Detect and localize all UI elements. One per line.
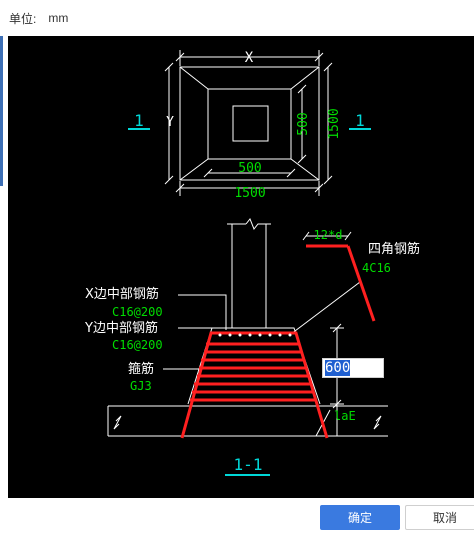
unit-row: 单位: mm: [9, 9, 68, 27]
stirrup-value: GJ3: [130, 379, 152, 393]
height-input-value[interactable]: 600: [325, 360, 351, 376]
column-break: [245, 218, 271, 230]
break-mark: [113, 415, 122, 430]
x-rebar-label: X边中部钢筋: [85, 286, 159, 302]
unit-value: mm: [48, 11, 69, 25]
dim-1500-label: 1500: [234, 186, 265, 201]
plan-diagonal: [179, 66, 209, 90]
side-strip: [0, 36, 3, 186]
plan-diagonal: [179, 158, 209, 181]
foundation-drawing: X Y 500 1500 500 1500 1 1 12*d 四角钢筋 4C16…: [84, 50, 420, 476]
corner-rebar-value: 4C16: [362, 261, 391, 275]
dim-y-label: Y: [166, 115, 174, 130]
plan-column-rect: [232, 105, 269, 142]
x-rebar-value: C16@200: [112, 305, 163, 319]
leader-x-rebar: [178, 294, 227, 330]
dim-500-label: 500: [238, 161, 261, 176]
corner-rebar-label: 四角钢筋: [368, 241, 420, 257]
y-rebar-value: C16@200: [112, 338, 163, 352]
plan-mid-rect: [207, 88, 292, 160]
section-mark-right: 1: [355, 111, 365, 130]
y-rebar-label: Y边中部钢筋: [84, 320, 158, 336]
dim-x-label: X: [245, 50, 254, 66]
section-title: 1-1: [234, 455, 263, 474]
unit-label: 单位:: [9, 11, 37, 26]
cancel-button[interactable]: 取消: [405, 505, 474, 530]
dim-1500-v-label: 1500: [327, 108, 342, 139]
ok-button[interactable]: 确定: [320, 505, 400, 530]
leader-corner-rebar: [290, 281, 361, 335]
corner-rebar-leg: [346, 245, 376, 322]
section-mark-left: 1: [134, 111, 144, 130]
dim-500-v-label: 500: [296, 112, 311, 135]
anchorage-label: laE: [334, 409, 356, 423]
stirrup-label: 箍筋: [128, 361, 154, 377]
hook-length-label: 12*d: [314, 228, 343, 242]
height-input[interactable]: 600: [322, 358, 384, 378]
drawing-canvas: X Y 500 1500 500 1500 1 1 12*d 四角钢筋 4C16…: [8, 36, 474, 498]
break-mark: [373, 415, 382, 430]
